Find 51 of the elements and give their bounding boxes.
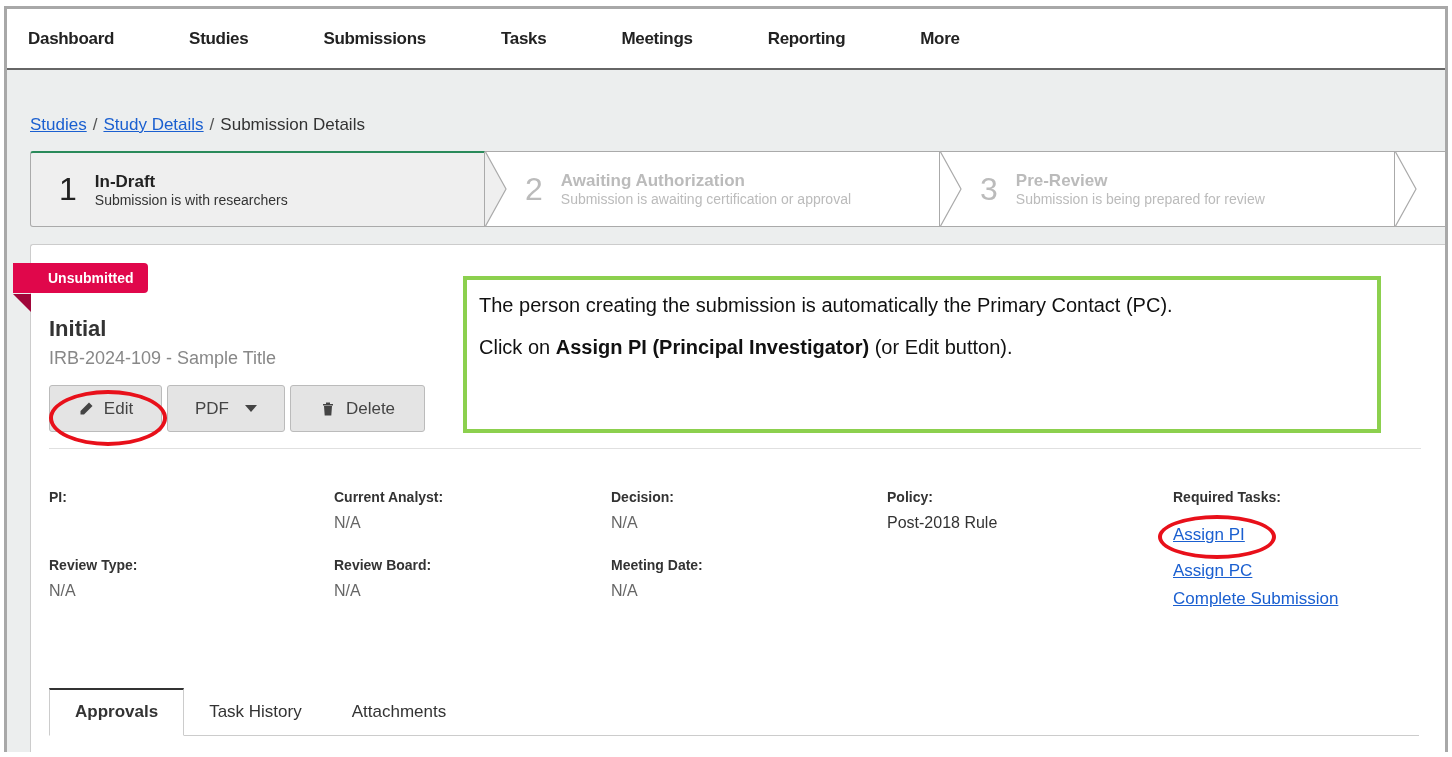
field-value: N/A: [334, 514, 362, 532]
field-label: Review Type:: [49, 557, 139, 573]
callout-text: The person creating the submission is automatically the Primary Contact (PC).: [479, 294, 1174, 317]
field-label: Required Tasks:: [1173, 489, 1281, 505]
step-description: Submission is awaiting certification or approval: [560, 191, 852, 207]
nav-item[interactable]: Reporting: [767, 28, 846, 49]
step-title: Pre-Review: [1015, 171, 1109, 191]
field-value: N/A: [334, 582, 362, 600]
step-title: Awaiting Authorization: [560, 171, 746, 191]
step-number: 3: [980, 170, 998, 208]
field-label: Review Board:: [334, 557, 433, 573]
nav-item[interactable]: Dashboard: [28, 28, 115, 49]
nav-item[interactable]: More: [920, 28, 960, 49]
field-label: Meeting Date:: [611, 557, 704, 573]
ribbon-fold-icon: [13, 294, 31, 312]
tab[interactable]: Approvals: [49, 688, 185, 736]
breadcrumb-link[interactable]: Study Details: [103, 115, 204, 135]
step-description: Submission is with researchers: [94, 191, 288, 208]
field-value: N/A: [611, 514, 639, 532]
task-link[interactable]: Complete Submission: [1173, 589, 1339, 609]
tab[interactable]: Task History: [184, 688, 327, 735]
step-description: Submission is being prepared for review: [1015, 191, 1265, 207]
field-value: N/A: [49, 582, 77, 600]
field-label: Current Analyst:: [334, 489, 445, 505]
caret-icon: [245, 405, 257, 412]
pdf-button[interactable]: PDF: [167, 385, 285, 432]
nav-item[interactable]: Tasks: [500, 28, 547, 49]
tab[interactable]: Attachments: [326, 688, 472, 735]
breadcrumb-link[interactable]: Studies: [30, 115, 87, 135]
callout-text: Click on Assign PI (Principal Investigator) (or Edit button).: [479, 336, 1014, 359]
nav-item[interactable]: Meetings: [621, 28, 693, 49]
nav-item[interactable]: Studies: [189, 28, 249, 49]
breadcrumb-current: Submission Details: [220, 115, 365, 135]
task-link[interactable]: Assign PI: [1173, 525, 1245, 545]
field-value: N/A: [611, 582, 639, 600]
submission-subtitle: IRB-2024-109 - Sample Title: [49, 348, 278, 369]
step-number: 1: [59, 171, 77, 208]
step-number: 2: [525, 170, 543, 208]
breadcrumb-separator: /: [92, 115, 98, 135]
step-title: In-Draft: [94, 171, 157, 192]
field-label: Policy:: [887, 489, 934, 505]
delete-button[interactable]: Delete: [290, 385, 425, 432]
field-label: PI:: [49, 489, 68, 505]
task-link[interactable]: Assign PC: [1173, 561, 1253, 581]
submission-title: Initial: [49, 316, 108, 342]
field-value: Post-2018 Rule: [887, 514, 999, 532]
nav-item[interactable]: Submissions: [323, 28, 426, 49]
field-label: Decision:: [611, 489, 675, 505]
edit-button[interactable]: Edit: [49, 385, 162, 432]
status-badge: Unsubmitted: [13, 263, 148, 293]
breadcrumb-separator: /: [209, 115, 215, 135]
